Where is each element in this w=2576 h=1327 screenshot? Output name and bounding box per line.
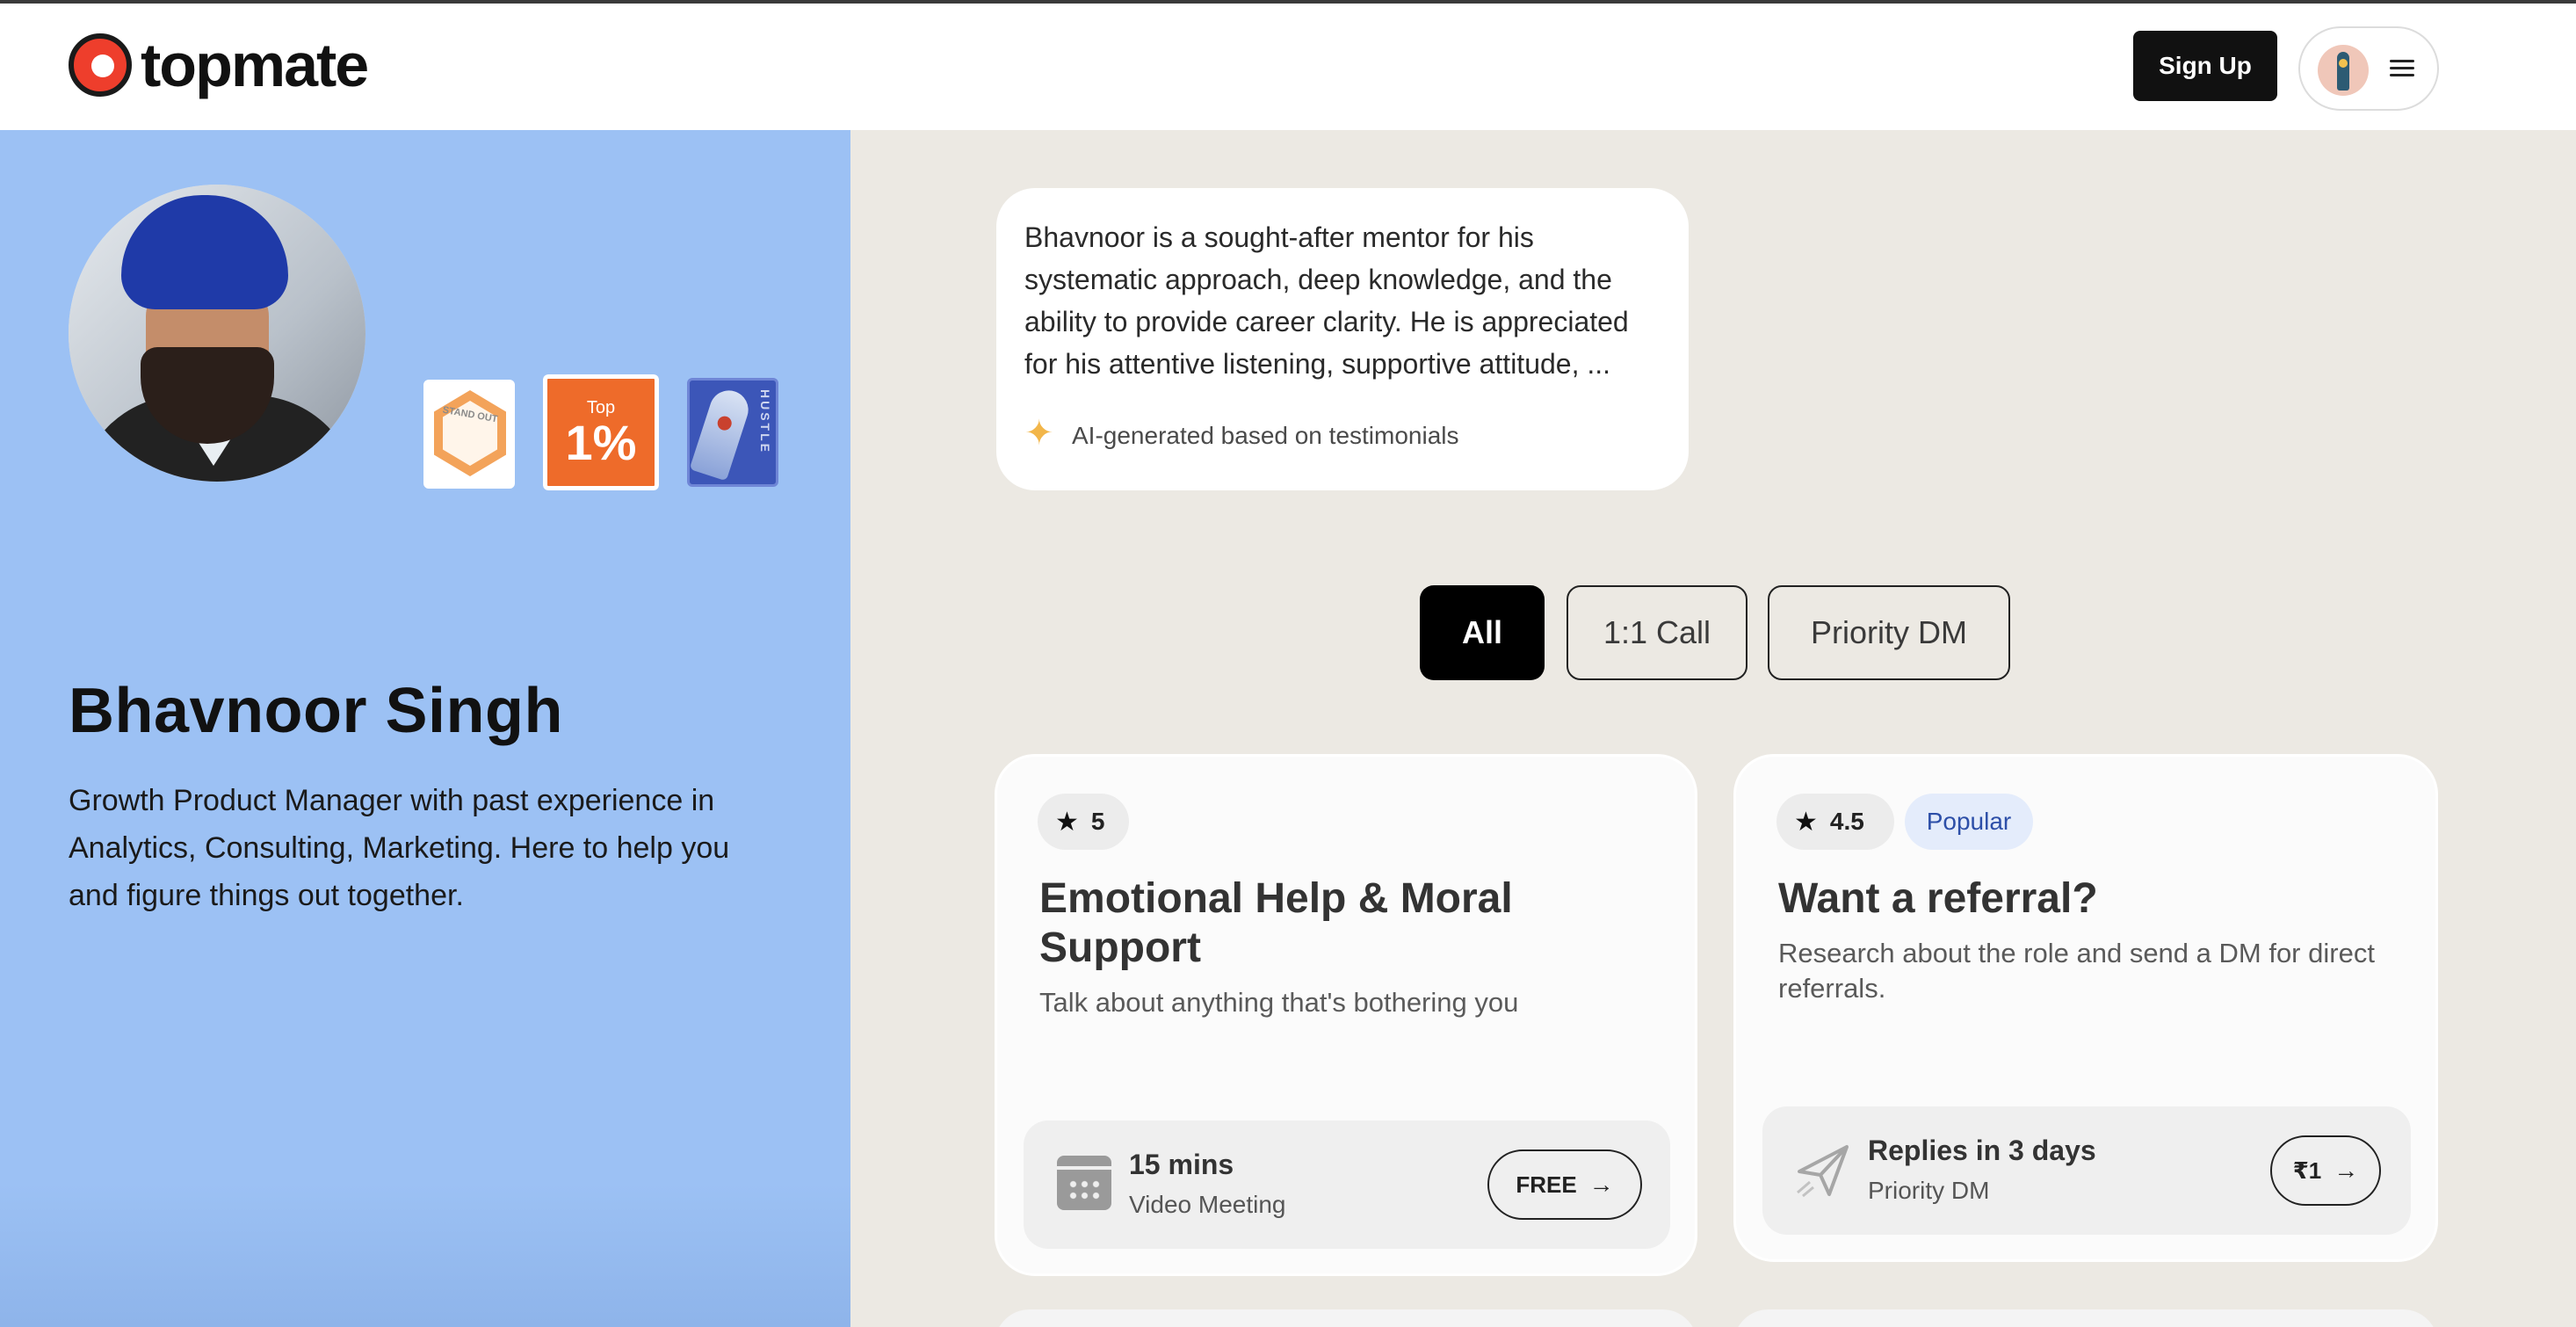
popular-badge: Popular bbox=[1905, 794, 2033, 850]
rating-value: 4.5 bbox=[1829, 808, 1864, 835]
sign-up-button[interactable]: Sign Up bbox=[2133, 31, 2277, 101]
service-reply-time: Replies in 3 days bbox=[1868, 1135, 2096, 1166]
service-title: Want a referral? bbox=[1778, 875, 2098, 922]
hustle-badge[interactable]: HUSTLE bbox=[687, 378, 778, 487]
logo-icon bbox=[69, 33, 132, 97]
service-description: Research about the role and send a DM fo… bbox=[1778, 938, 2375, 1004]
ai-summary-footnote: AI-generated based on testimonials bbox=[1024, 413, 1459, 453]
star-icon: ★ bbox=[1055, 807, 1079, 837]
ai-footnote-text: AI-generated based on testimonials bbox=[1072, 422, 1459, 449]
profile-avatar bbox=[69, 185, 365, 482]
calendar-icon bbox=[1057, 1156, 1111, 1210]
service-title: Emotional Help & Moral Support bbox=[1039, 875, 1513, 971]
profile-name: Bhavnoor Singh bbox=[69, 676, 563, 746]
service-card-peek[interactable] bbox=[995, 1309, 1697, 1327]
service-description: Talk about anything that's bothering you bbox=[1039, 987, 1519, 1018]
price-label: FREE bbox=[1516, 1171, 1577, 1198]
hustle-badge-text: HUSTLE bbox=[758, 389, 772, 454]
service-type: Priority DM bbox=[1868, 1177, 1990, 1204]
price-label: ₹1 bbox=[2292, 1157, 2322, 1184]
paper-plane-icon bbox=[1794, 1142, 1852, 1200]
site-header: topmate Sign Up bbox=[0, 4, 2576, 130]
service-card-referral[interactable]: ★ 4.5 Popular Want a referral? Research … bbox=[1733, 754, 2438, 1262]
book-referral-button[interactable]: ₹1 → bbox=[2270, 1135, 2381, 1206]
service-card-emotional-help[interactable]: ★ 5 Emotional Help & Moral Support Talk … bbox=[995, 754, 1697, 1276]
service-type: Video Meeting bbox=[1129, 1191, 1286, 1218]
tab-priority-dm[interactable]: Priority DM bbox=[1768, 585, 2010, 680]
logo-text: topmate bbox=[141, 31, 369, 99]
book-free-button[interactable]: FREE → bbox=[1487, 1149, 1642, 1220]
rating-value: 5 bbox=[1090, 808, 1105, 835]
ai-summary-text: Bhavnoor is a sought-after mentor for hi… bbox=[1024, 221, 1629, 380]
service-footer: 15 mins Video Meeting FREE → bbox=[1024, 1120, 1670, 1249]
service-card-peek[interactable] bbox=[1733, 1309, 2438, 1327]
profile-panel: STAND OUT Top 1% HUSTLE Bhavnoor Singh G… bbox=[0, 130, 850, 1327]
tab-all[interactable]: All bbox=[1420, 585, 1545, 680]
rocket-icon bbox=[690, 385, 754, 482]
rating-badge: ★ 4.5 bbox=[1776, 794, 1894, 850]
service-footer: Replies in 3 days Priority DM ₹1 → bbox=[1762, 1106, 2411, 1235]
arrow-right-icon: → bbox=[2334, 1157, 2359, 1184]
user-avatar bbox=[2318, 45, 2369, 96]
tab-1-1-call[interactable]: 1:1 Call bbox=[1567, 585, 1747, 680]
top-badge-value: 1% bbox=[565, 414, 637, 470]
stand-out-badge[interactable]: STAND OUT bbox=[423, 380, 515, 489]
rating-badge: ★ 5 bbox=[1038, 794, 1129, 850]
profile-bio: Growth Product Manager with past experie… bbox=[69, 784, 730, 912]
sparkle-icon bbox=[1024, 413, 1060, 453]
ai-summary-card: Bhavnoor is a sought-after mentor for hi… bbox=[996, 188, 1689, 490]
topmate-logo[interactable]: topmate bbox=[69, 31, 369, 99]
arrow-right-icon: → bbox=[1588, 1171, 1614, 1198]
service-duration: 15 mins bbox=[1129, 1149, 1234, 1180]
hamburger-menu-icon bbox=[2390, 60, 2414, 77]
star-icon: ★ bbox=[1794, 807, 1818, 837]
user-menu-button[interactable] bbox=[2298, 26, 2439, 111]
top-one-percent-badge[interactable]: Top 1% bbox=[543, 374, 659, 490]
